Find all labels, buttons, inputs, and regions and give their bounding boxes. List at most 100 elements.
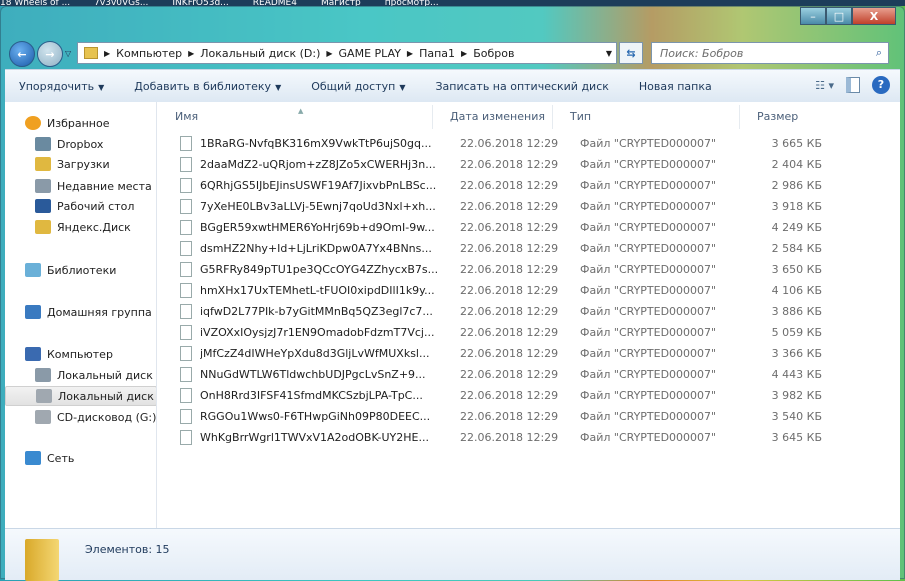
close-button[interactable]: X — [852, 7, 896, 25]
file-type: Файл "CRYPTED000007" — [580, 368, 717, 381]
sidebar-item-label: Библиотеки — [47, 263, 117, 277]
sidebar-item[interactable]: Библиотеки — [5, 260, 156, 280]
recent-pages-dropdown-icon[interactable]: ▽ — [65, 49, 71, 58]
file-name: 2daaMdZ2-uQRjom+zZ8JZo5xCWERHj3n... — [200, 158, 436, 171]
file-size: 3 650 КБ — [771, 263, 822, 276]
folder-icon — [25, 539, 59, 581]
sidebar-item[interactable]: Dropbox — [5, 134, 156, 154]
view-options-icon[interactable]: ☷ ▾ — [815, 79, 834, 92]
star-icon — [25, 116, 41, 130]
back-button[interactable]: ← — [9, 41, 35, 67]
file-date: 22.06.2018 12:29 — [460, 368, 559, 381]
breadcrumb-4[interactable]: Бобров — [473, 47, 514, 60]
refresh-button[interactable]: ⇆ — [619, 42, 643, 64]
organize-button[interactable]: Упорядочить ▼ — [19, 80, 104, 93]
file-size: 2 404 КБ — [771, 158, 822, 171]
column-headers: Имя ▲ Дата изменения Тип Размер — [158, 105, 898, 129]
sidebar-item-label: Dropbox — [57, 137, 104, 151]
search-input[interactable]: Поиск: Бобров ⌕ — [651, 42, 889, 64]
file-date: 22.06.2018 12:29 — [460, 179, 559, 192]
navigation-pane: Избранное Dropbox Загрузки Недавние места Ра… — [5, 102, 157, 528]
file-type: Файл "CRYPTED000007" — [580, 263, 717, 276]
column-header-size[interactable]: Размер — [740, 105, 890, 129]
help-button[interactable]: ? — [872, 76, 890, 94]
sidebar-item[interactable]: Яндекс.Диск — [5, 217, 156, 237]
file-size: 3 540 КБ — [771, 410, 822, 423]
sidebar-item-label: Рабочий стол — [57, 199, 135, 213]
sidebar-item-label: Локальный диск (D:) — [58, 389, 156, 403]
sidebar-item[interactable]: Локальный диск (C:) — [5, 365, 156, 385]
file-row[interactable]: BGgER59xwtHMER6YoHrj69b+d9OmI-9w... 22.06… — [158, 217, 822, 238]
file-icon — [180, 241, 192, 256]
item-count: Элементов: 15 — [85, 543, 170, 556]
file-row[interactable]: WhKgBrrWgrl1TWVxV1A2odOBK-UY2HE... 22.06.… — [158, 427, 822, 448]
breadcrumb-separator-icon[interactable]: ▶ — [104, 49, 110, 58]
sidebar-item[interactable]: Домашняя группа — [5, 302, 156, 322]
breadcrumb-separator-icon[interactable]: ▶ — [407, 49, 413, 58]
column-header-name[interactable]: Имя ▲ — [158, 105, 433, 129]
file-date: 22.06.2018 12:29 — [460, 326, 559, 339]
file-icon — [180, 325, 192, 340]
explorer-window: – □ X ← → ▽ ▶ Компьютер ▶ Локальный диск (D… — [0, 6, 905, 581]
sidebar-item[interactable]: Локальный диск (D:) — [5, 386, 156, 406]
file-date: 22.06.2018 12:29 — [460, 389, 559, 402]
breadcrumb-separator-icon[interactable]: ▶ — [461, 49, 467, 58]
sidebar-item[interactable]: Рабочий стол — [5, 196, 156, 216]
file-name: BGgER59xwtHMER6YoHrj69b+d9OmI-9w... — [200, 221, 435, 234]
sidebar-item-label: Избранное — [47, 116, 110, 130]
forward-button[interactable]: → — [37, 41, 63, 67]
details-pane: Элементов: 15 — [5, 528, 900, 581]
burn-disc-button[interactable]: Записать на оптический диск — [435, 80, 608, 93]
column-header-date[interactable]: Дата изменения — [433, 105, 553, 129]
breadcrumb-separator-icon[interactable]: ▶ — [326, 49, 332, 58]
file-row[interactable]: 7yXeHE0LBv3aLLVj-5Ewnj7qoUd3Nxl+xh... 22.… — [158, 196, 822, 217]
sidebar-item[interactable]: Недавние места — [5, 176, 156, 196]
downloads-folder-icon — [35, 157, 51, 171]
file-icon — [180, 178, 192, 193]
file-type: Файл "CRYPTED000007" — [580, 242, 717, 255]
file-size: 3 645 КБ — [771, 431, 822, 444]
command-bar: Упорядочить ▼ Добавить в библиотеку ▼ Общи… — [5, 69, 900, 102]
breadcrumb-3[interactable]: Папа1 — [419, 47, 455, 60]
file-row[interactable]: OnH8Rrd3IFSF41SfmdMKCSzbjLPA-TpC... 22.06… — [158, 385, 822, 406]
breadcrumb-2[interactable]: GAME PLAY — [339, 47, 401, 60]
breadcrumb-separator-icon[interactable]: ▶ — [188, 49, 194, 58]
new-folder-button[interactable]: Новая папка — [639, 80, 712, 93]
address-bar[interactable]: ▶ Компьютер ▶ Локальный диск (D:) ▶ GAME PLAY… — [77, 42, 617, 64]
sidebar-item[interactable]: Сеть — [5, 448, 156, 468]
file-row[interactable]: 6QRhjGS5IJbEJinsUSWF19Af7JixvbPnLBSc... 2… — [158, 175, 822, 196]
file-row[interactable]: iqfwD2L77PIk-b7yGitMMnBq5QZ3egl7c7... 22.… — [158, 301, 822, 322]
folder-icon — [35, 220, 51, 234]
breadcrumb-0[interactable]: Компьютер — [116, 47, 182, 60]
file-size: 3 665 КБ — [771, 137, 822, 150]
column-header-type[interactable]: Тип — [553, 105, 740, 129]
file-type: Файл "CRYPTED000007" — [580, 158, 717, 171]
file-row[interactable]: 2daaMdZ2-uQRjom+zZ8JZo5xCWERHj3n... 22.06… — [158, 154, 822, 175]
add-to-library-button[interactable]: Добавить в библиотеку ▼ — [134, 80, 281, 93]
file-date: 22.06.2018 12:29 — [460, 200, 559, 213]
file-row[interactable]: dsmHZ2Nhy+Id+LjLriKDpw0A7Yx4BNns... 22.06… — [158, 238, 822, 259]
sidebar-item[interactable]: Избранное — [5, 113, 156, 133]
file-date: 22.06.2018 12:29 — [460, 263, 559, 276]
preview-pane-button[interactable] — [846, 77, 860, 93]
file-row[interactable]: G5RFRy849pTU1pe3QCcOYG4ZZhycxB7s... 22.06… — [158, 259, 822, 280]
address-dropdown-icon[interactable]: ▼ — [606, 49, 612, 58]
breadcrumb-1[interactable]: Локальный диск (D:) — [200, 47, 320, 60]
file-row[interactable]: jMfCzZ4dIWHeYpXdu8d3GljLvWfMUXksl... 22.0… — [158, 343, 822, 364]
sidebar-item[interactable]: CD-дисковод (G:) — [5, 407, 156, 427]
share-button[interactable]: Общий доступ ▼ — [311, 80, 405, 93]
file-row[interactable]: 1BRaRG-NvfqBK316mX9VwkTtP6ujS0gq... 22.06… — [158, 133, 822, 154]
file-icon — [180, 346, 192, 361]
file-date: 22.06.2018 12:29 — [460, 242, 559, 255]
sidebar-item[interactable]: Загрузки — [5, 154, 156, 174]
file-row[interactable]: hmXHx17UxTEMhetL-tFUOI0xipdDIlI1k9y... 22… — [158, 280, 822, 301]
file-name: 7yXeHE0LBv3aLLVj-5Ewnj7qoUd3Nxl+xh... — [200, 200, 436, 213]
file-row[interactable]: NNuGdWTLW6TldwchbUDJPgcLvSnZ+9... 22.06.2… — [158, 364, 822, 385]
minimize-button[interactable]: – — [800, 7, 826, 25]
file-row[interactable]: RGGOu1Wws0-F6THwpGiNh09P80DEEC... 22.06.2… — [158, 406, 822, 427]
sidebar-item[interactable]: Компьютер — [5, 344, 156, 364]
folder-icon — [84, 47, 98, 59]
search-icon[interactable]: ⌕ — [876, 46, 882, 60]
file-row[interactable]: iVZOXxIOysjzJ7r1EN9OmadobFdzmT7Vcj... 22.… — [158, 322, 822, 343]
maximize-button[interactable]: □ — [826, 7, 852, 25]
